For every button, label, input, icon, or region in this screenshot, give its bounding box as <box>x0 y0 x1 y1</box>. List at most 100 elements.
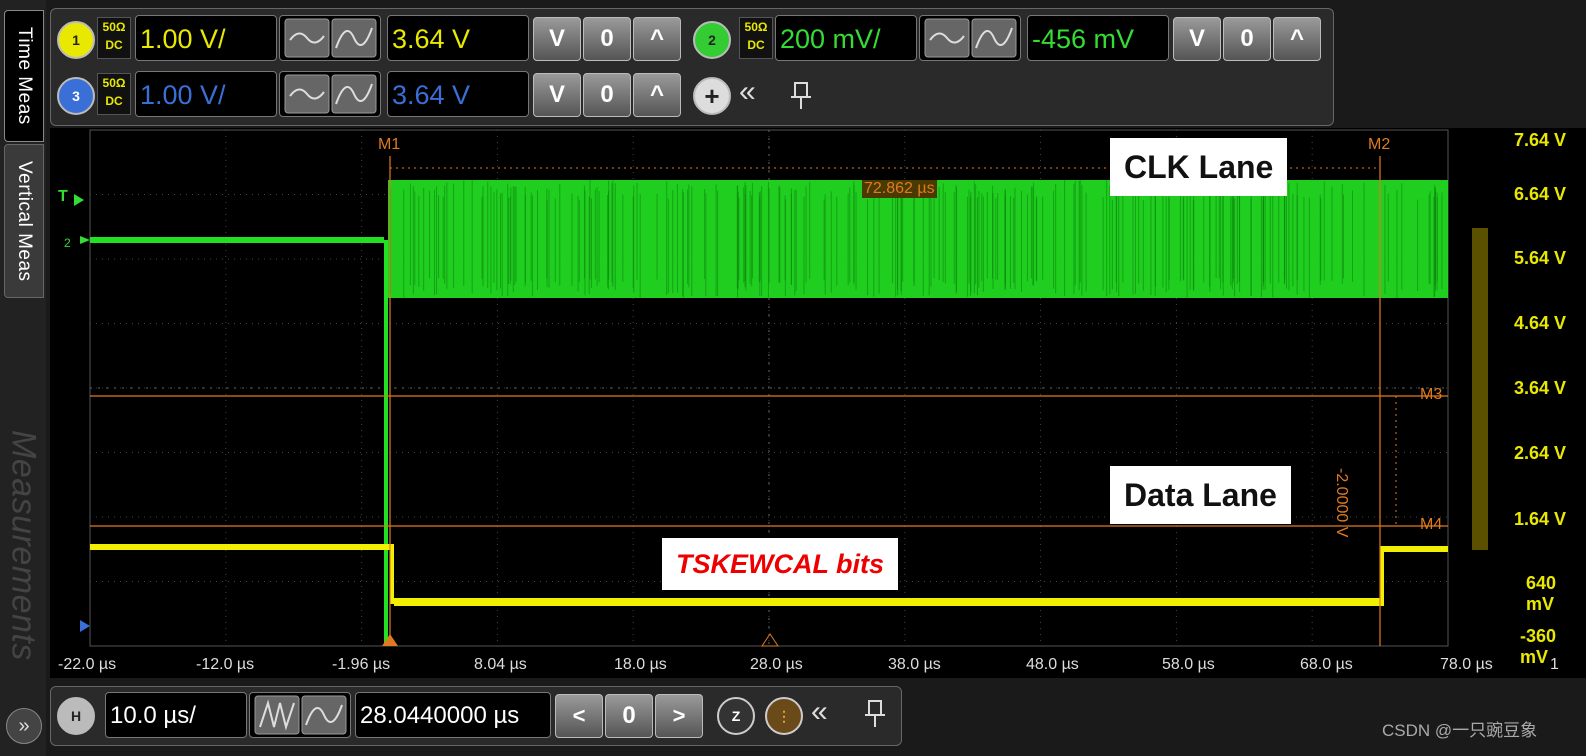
channel-3-offset-field[interactable]: 3.64 V <box>387 71 529 117</box>
channel-3-down-button[interactable]: V <box>533 73 581 117</box>
channel-1-down-button[interactable]: V <box>533 17 581 61</box>
vertical-range-bar <box>1472 228 1488 550</box>
waveform-area[interactable] <box>50 128 1586 678</box>
marker-m1-label[interactable]: M1 <box>378 136 400 154</box>
channel-1-coupling-label: DC <box>98 36 130 54</box>
add-channel-button[interactable]: + <box>693 77 731 115</box>
time-tick-label: 18.0 µs <box>614 656 667 674</box>
channel-3-offset: 3.64 V <box>392 80 470 110</box>
channel-1-zero-button[interactable]: 0 <box>583 17 631 61</box>
marker-m4-label[interactable]: M4 <box>1420 516 1442 534</box>
tab-time-meas[interactable]: Time Meas <box>4 10 44 142</box>
chevron-up-icon: ^ <box>650 81 664 109</box>
data-lane-callout: Data Lane <box>1110 466 1291 524</box>
volt-tick-label: 2.64 V <box>1514 443 1566 464</box>
channel-3-scale-field[interactable]: 1.00 V/ <box>135 71 277 117</box>
channel-2-offset: -456 mV <box>1032 24 1134 54</box>
channel-3-coupling-label: DC <box>98 92 130 110</box>
time-reference-marker <box>762 634 778 646</box>
horizontal-zoom-buttons <box>249 692 351 738</box>
delta-voltage-readout: -2.0000 V <box>1332 468 1350 588</box>
waveform-sine-icon[interactable] <box>284 18 378 58</box>
channel-2-scale-field[interactable]: 200 mV/ <box>775 15 917 61</box>
time-tick-label: 38.0 µs <box>888 656 941 674</box>
double-chevron-left-icon: « <box>811 695 828 728</box>
channel-3-up-button[interactable]: ^ <box>633 73 681 117</box>
waveform-sine-icon[interactable] <box>284 74 378 114</box>
channel-2-offset-field[interactable]: -456 mV <box>1027 15 1169 61</box>
marker-m2-label[interactable]: M2 <box>1368 136 1390 154</box>
time-tick-label: 68.0 µs <box>1300 656 1353 674</box>
zero-icon: 0 <box>600 25 613 53</box>
time-tick-label: 1 <box>1550 656 1559 674</box>
channel-1-waveform-buttons <box>279 15 381 61</box>
delta-time-readout: 72.862 µs <box>862 180 937 198</box>
zero-icon: 0 <box>622 702 635 730</box>
channel-3-button[interactable]: 3 <box>57 77 95 115</box>
data-lane-high-trace-right <box>1384 546 1448 552</box>
trigger-marker[interactable]: T <box>58 188 68 206</box>
data-lane-tskewcal-trace <box>394 598 1384 606</box>
channel-1-button[interactable]: 1 <box>57 21 95 59</box>
volt-tick-label: 6.64 V <box>1514 184 1566 205</box>
horizontal-scale-field[interactable]: 10.0 µs/ <box>105 692 247 738</box>
channel-1-coupling[interactable]: 50Ω DC <box>97 17 131 59</box>
channel-3-ground-arrow <box>80 620 90 632</box>
chevron-down-icon: V <box>1189 25 1205 53</box>
channel-1-offset-field[interactable]: 3.64 V <box>387 15 529 61</box>
expand-icon: » <box>18 715 29 738</box>
position-right-button[interactable]: > <box>655 694 703 738</box>
tab-vertical-meas-label: Vertical Meas <box>13 161 35 282</box>
horizontal-position-field[interactable]: 28.0440000 µs <box>355 692 551 738</box>
channel-3-number: 3 <box>72 88 80 104</box>
channel-1-number: 1 <box>72 32 80 48</box>
clk-lane-transition <box>384 240 388 646</box>
tskewcal-callout: TSKEWCAL bits <box>662 538 898 590</box>
tab-measurements[interactable]: Measurements <box>4 410 42 680</box>
channel-2-ground-marker[interactable]: 2 <box>64 236 71 250</box>
delay-dots-icon: ⋮ <box>777 708 791 725</box>
channel-1-scale: 1.00 V/ <box>140 24 226 54</box>
channel-2-up-button[interactable]: ^ <box>1273 17 1321 61</box>
channel-2-down-button[interactable]: V <box>1173 17 1221 61</box>
channel-1-impedance: 50Ω <box>98 18 130 36</box>
waveform-sine-icon[interactable] <box>924 18 1018 58</box>
channel-3-coupling[interactable]: 50Ω DC <box>97 73 131 115</box>
pin-icon[interactable] <box>789 81 813 111</box>
expand-panel-button[interactable]: » <box>6 708 42 744</box>
position-zero-button[interactable]: 0 <box>605 694 653 738</box>
channel-2-coupling[interactable]: 50Ω DC <box>739 17 773 59</box>
tab-vertical-meas[interactable]: Vertical Meas <box>4 144 44 298</box>
pin-icon[interactable] <box>863 699 887 729</box>
trigger-level-arrow <box>74 194 84 206</box>
time-tick-label: 48.0 µs <box>1026 656 1079 674</box>
channel-1-up-button[interactable]: ^ <box>633 17 681 61</box>
channel-3-impedance: 50Ω <box>98 74 130 92</box>
horizontal-button[interactable]: H <box>57 697 95 735</box>
scope-display[interactable]: M1 M2 M3 M4 72.862 µs -2.0000 V T 2 7.64… <box>50 128 1586 678</box>
collapse-horizontal-button[interactable]: « <box>811 695 828 729</box>
collapse-toolbar-button[interactable]: « <box>739 75 756 109</box>
chevron-up-icon: ^ <box>1290 25 1304 53</box>
delay-button[interactable]: ⋮ <box>765 697 803 735</box>
channel-2-waveform-buttons <box>919 15 1021 61</box>
channel-2-zero-button[interactable]: 0 <box>1223 17 1271 61</box>
channel-1-scale-field[interactable]: 1.00 V/ <box>135 15 277 61</box>
zoom-waveform-icon[interactable] <box>254 695 348 735</box>
plus-icon: + <box>704 81 719 112</box>
time-tick-label: -1.96 µs <box>332 656 390 674</box>
channel-toolbar: 1 50Ω DC 1.00 V/ 3.64 V V 0 ^ 2 50Ω DC 2… <box>50 8 1334 126</box>
time-tick-label: -12.0 µs <box>196 656 254 674</box>
position-left-button[interactable]: < <box>555 694 603 738</box>
channel-3-zero-button[interactable]: 0 <box>583 73 631 117</box>
zoom-button[interactable]: Z <box>717 697 755 735</box>
marker-m3-label[interactable]: M3 <box>1420 386 1442 404</box>
chevron-down-icon: V <box>549 25 565 53</box>
channel-3-scale: 1.00 V/ <box>140 80 226 110</box>
clk-lane-callout: CLK Lane <box>1110 138 1287 196</box>
tab-measurements-label: Measurements <box>4 430 43 661</box>
channel-2-button[interactable]: 2 <box>693 21 731 59</box>
volt-tick-label: 640 mV <box>1526 573 1586 615</box>
clk-lane-idle-trace <box>90 237 384 243</box>
zero-icon: 0 <box>600 81 613 109</box>
